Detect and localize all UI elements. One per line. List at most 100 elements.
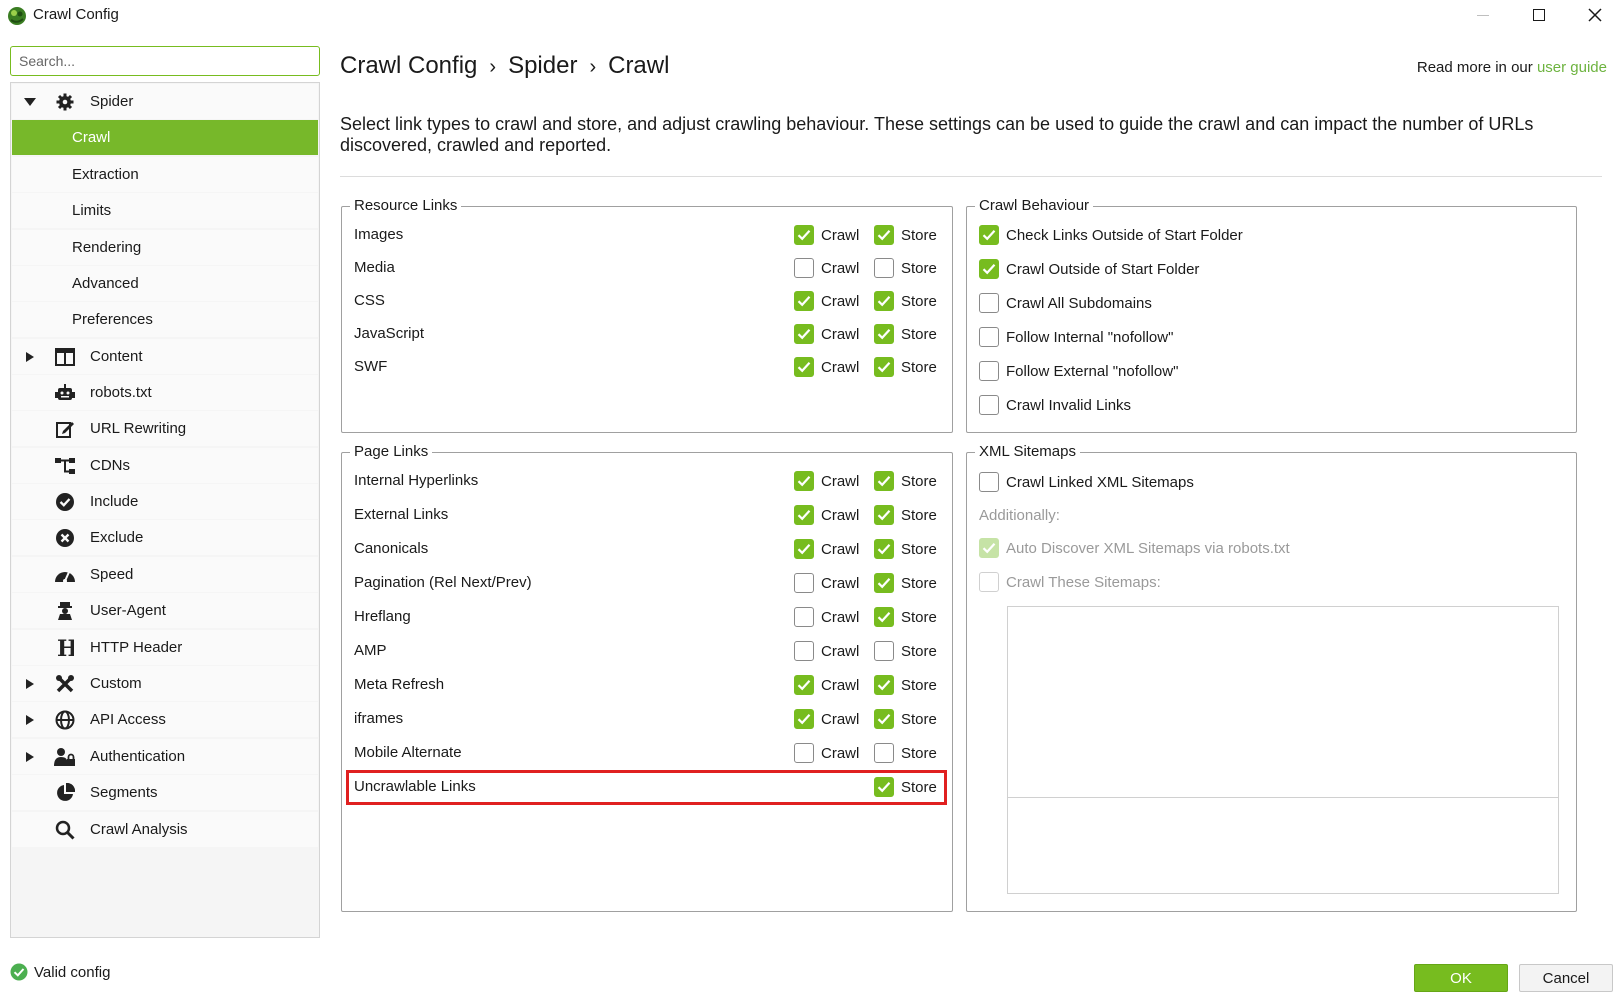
checkbox[interactable] (794, 505, 814, 525)
checkbox[interactable] (794, 539, 814, 559)
checkbox[interactable] (794, 641, 814, 661)
crawl-checkbox[interactable]: Crawl (794, 324, 859, 344)
checkbox[interactable] (874, 471, 894, 491)
crawl-checkbox[interactable]: Crawl (794, 641, 859, 661)
crawl-behaviour-option[interactable]: Crawl Invalid Links (979, 395, 1131, 415)
checkbox[interactable] (874, 505, 894, 525)
crawl-checkbox[interactable]: Crawl (794, 743, 859, 763)
crawl-checkbox[interactable]: Crawl (794, 709, 859, 729)
sidebar-item-speed[interactable]: Speed (12, 557, 318, 592)
sidebar-item-user-agent[interactable]: User-Agent (12, 593, 318, 628)
checkbox[interactable] (874, 607, 894, 627)
checkbox[interactable] (979, 538, 999, 558)
checkbox[interactable] (979, 572, 999, 592)
store-checkbox[interactable]: Store (874, 225, 937, 245)
crawl-checkbox[interactable]: Crawl (794, 357, 859, 377)
sidebar-item-cdns[interactable]: CDNs (12, 448, 318, 483)
auto-discover-sitemaps-checkbox[interactable]: Auto Discover XML Sitemaps via robots.tx… (979, 538, 1290, 558)
crawl-behaviour-option[interactable]: Crawl All Subdomains (979, 293, 1152, 313)
crawl-checkbox[interactable]: Crawl (794, 607, 859, 627)
sidebar-item-http-header[interactable]: H HTTP Header (12, 630, 318, 665)
sidebar-item-spider[interactable]: Spider (12, 84, 318, 119)
expand-down-icon[interactable] (24, 96, 36, 108)
checkbox[interactable] (794, 225, 814, 245)
checkbox[interactable] (874, 225, 894, 245)
sidebar-item-url-rewriting[interactable]: URL Rewriting (12, 411, 318, 446)
checkbox[interactable] (794, 471, 814, 491)
checkbox[interactable] (794, 573, 814, 593)
checkbox[interactable] (794, 709, 814, 729)
store-checkbox[interactable]: Store (874, 357, 937, 377)
expand-right-icon[interactable] (24, 751, 36, 763)
checkbox[interactable] (794, 675, 814, 695)
store-checkbox[interactable]: Store (874, 258, 937, 278)
sidebar-item-crawl-analysis[interactable]: Crawl Analysis (12, 812, 318, 847)
expand-right-icon[interactable] (24, 351, 36, 363)
crawl-checkbox[interactable]: Crawl (794, 573, 859, 593)
crawl-linked-sitemaps-checkbox[interactable]: Crawl Linked XML Sitemaps (979, 472, 1194, 492)
store-checkbox[interactable]: Store (874, 709, 937, 729)
checkbox[interactable] (794, 743, 814, 763)
store-checkbox[interactable]: Store (874, 539, 937, 559)
checkbox[interactable] (874, 675, 894, 695)
store-checkbox[interactable]: Store (874, 573, 937, 593)
store-checkbox[interactable]: Store (874, 471, 937, 491)
store-checkbox[interactable]: Store (874, 607, 937, 627)
cancel-button[interactable]: Cancel (1519, 964, 1613, 992)
checkbox[interactable] (794, 357, 814, 377)
crawl-checkbox[interactable]: Crawl (794, 291, 859, 311)
store-checkbox[interactable]: Store (874, 675, 937, 695)
sidebar-item-robots-txt[interactable]: robots.txt (12, 375, 318, 410)
sidebar-item-limits[interactable]: Limits (12, 193, 318, 228)
sidebar-item-segments[interactable]: Segments (12, 775, 318, 810)
checkbox[interactable] (874, 539, 894, 559)
store-checkbox[interactable]: Store (874, 324, 937, 344)
sitemaps-textarea[interactable] (1007, 606, 1559, 894)
crawl-checkbox[interactable]: Crawl (794, 471, 859, 491)
checkbox[interactable] (794, 291, 814, 311)
expand-right-icon[interactable] (24, 678, 36, 690)
sidebar-item-authentication[interactable]: Authentication (12, 739, 318, 774)
checkbox[interactable] (874, 258, 894, 278)
store-checkbox[interactable]: Store (874, 641, 937, 661)
crawl-these-sitemaps-checkbox[interactable]: Crawl These Sitemaps: (979, 572, 1161, 592)
checkbox[interactable] (874, 573, 894, 593)
checkbox[interactable] (874, 709, 894, 729)
sidebar-item-rendering[interactable]: Rendering (12, 230, 318, 265)
user-guide-link[interactable]: user guide (1537, 59, 1607, 76)
checkbox[interactable] (794, 607, 814, 627)
checkbox[interactable] (794, 258, 814, 278)
sidebar-item-preferences[interactable]: Preferences (12, 302, 318, 337)
checkbox[interactable] (979, 293, 999, 313)
crawl-checkbox[interactable]: Crawl (794, 539, 859, 559)
checkbox[interactable] (874, 641, 894, 661)
ok-button[interactable]: OK (1414, 964, 1508, 992)
maximize-icon[interactable] (1511, 0, 1567, 30)
minimize-icon[interactable] (1455, 0, 1511, 30)
crawl-behaviour-option[interactable]: Follow Internal "nofollow" (979, 327, 1173, 347)
sidebar-item-crawl[interactable]: Crawl (12, 120, 318, 155)
crawl-checkbox[interactable]: Crawl (794, 258, 859, 278)
store-checkbox[interactable]: Store (874, 505, 937, 525)
search-input[interactable] (10, 46, 320, 76)
crawl-checkbox[interactable]: Crawl (794, 675, 859, 695)
checkbox[interactable] (979, 225, 999, 245)
expand-right-icon[interactable] (24, 714, 36, 726)
checkbox[interactable] (794, 324, 814, 344)
close-icon[interactable] (1567, 0, 1617, 30)
crawl-behaviour-option[interactable]: Follow External "nofollow" (979, 361, 1178, 381)
checkbox[interactable] (979, 327, 999, 347)
checkbox[interactable] (874, 743, 894, 763)
crawl-behaviour-option[interactable]: Crawl Outside of Start Folder (979, 259, 1199, 279)
sidebar-item-exclude[interactable]: Exclude (12, 520, 318, 555)
crawl-checkbox[interactable]: Crawl (794, 505, 859, 525)
store-checkbox[interactable]: Store (874, 291, 937, 311)
sidebar-item-api-access[interactable]: API Access (12, 702, 318, 737)
crawl-checkbox[interactable]: Crawl (794, 225, 859, 245)
checkbox[interactable] (979, 395, 999, 415)
checkbox[interactable] (979, 259, 999, 279)
checkbox[interactable] (874, 357, 894, 377)
sidebar-item-include[interactable]: Include (12, 484, 318, 519)
checkbox[interactable] (979, 361, 999, 381)
sidebar-item-content[interactable]: Content (12, 339, 318, 374)
